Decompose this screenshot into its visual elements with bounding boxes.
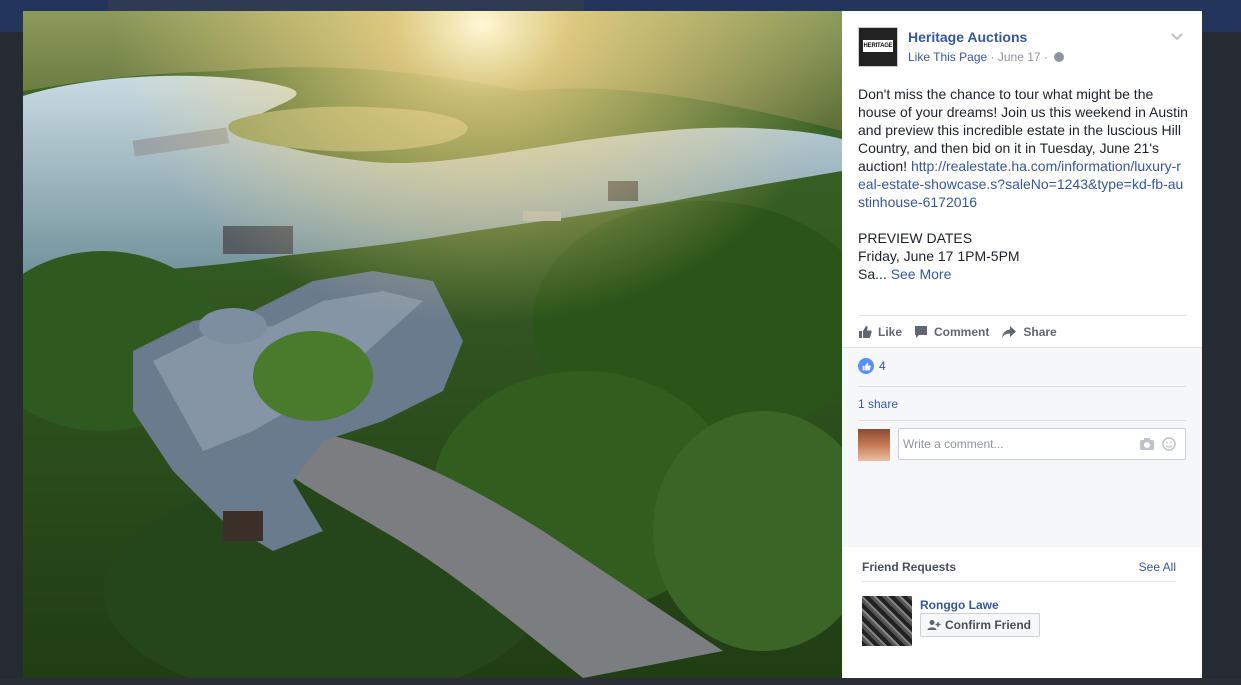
confirm-friend-label: Confirm Friend [945, 618, 1031, 632]
like-this-page-link[interactable]: Like This Page [908, 50, 987, 64]
confirm-friend-button[interactable]: Confirm Friend [920, 613, 1040, 637]
like-label: Like [878, 324, 903, 339]
preview-date-line: Friday, June 17 1PM-5PM [858, 248, 1020, 264]
truncated-text: Sa... [858, 266, 887, 282]
post-photo[interactable] [23, 11, 842, 678]
post-text: Don't miss the chance to tour what might… [858, 85, 1188, 283]
friend-requests-panel: Friend Requests See All Ronggo Lawe Conf… [862, 556, 1176, 656]
aerial-lake-house-image [23, 11, 842, 678]
share-count-link[interactable]: 1 share [858, 397, 898, 411]
post-header: HERITAGE Heritage Auctions Like This Pag… [858, 27, 1186, 71]
divider [858, 386, 1186, 387]
see-more-link[interactable]: See More [891, 266, 952, 282]
globe-icon [1054, 52, 1065, 62]
reaction-count: 4 [879, 359, 886, 373]
thumbs-up-icon [859, 325, 872, 338]
post-side-panel: HERITAGE Heritage Auctions Like This Pag… [842, 11, 1202, 678]
like-button[interactable]: Like [858, 325, 902, 339]
chevron-down-icon[interactable] [1170, 29, 1184, 43]
like-reaction-icon [858, 358, 874, 374]
post-meta: Like This Page · June 17 · [908, 50, 1065, 64]
friend-request-avatar[interactable] [862, 596, 912, 646]
comment-input[interactable] [903, 429, 1133, 459]
backdrop-strip [0, 678, 1241, 685]
page-avatar[interactable]: HERITAGE [858, 27, 898, 67]
page-logo-text: HERITAGE [863, 40, 893, 52]
page-name-link[interactable]: Heritage Auctions [908, 29, 1027, 45]
share-button[interactable]: Share [1001, 324, 1057, 339]
comment-button[interactable]: Comment [914, 325, 989, 339]
comment-bubble-icon [915, 325, 928, 338]
post-actions-bar: Like Comment Share [858, 315, 1186, 347]
post-link[interactable]: http://realestate.ha.com/information/lux… [858, 158, 1183, 210]
emoji-icon[interactable] [1162, 437, 1176, 451]
post-date[interactable]: · June 17 · [991, 50, 1048, 64]
share-label: Share [1023, 324, 1057, 339]
preview-heading: PREVIEW DATES [858, 230, 973, 246]
friend-request-name[interactable]: Ronggo Lawe [920, 598, 999, 612]
friend-requests-header: Friend Requests See All [862, 556, 1176, 582]
camera-icon[interactable] [1139, 437, 1155, 451]
friend-requests-title: Friend Requests [862, 560, 957, 574]
share-arrow-icon [1002, 325, 1017, 338]
comment-label: Comment [934, 324, 990, 339]
current-user-avatar[interactable] [858, 429, 890, 461]
divider [858, 420, 1186, 421]
add-friend-icon [927, 620, 941, 630]
feedback-section: 4 1 share [842, 347, 1202, 547]
comment-composer [898, 428, 1186, 460]
friend-request-item: Ronggo Lawe Confirm Friend [862, 596, 1176, 656]
see-all-link[interactable]: See All [1139, 560, 1176, 574]
reaction-summary[interactable]: 4 [858, 358, 886, 374]
